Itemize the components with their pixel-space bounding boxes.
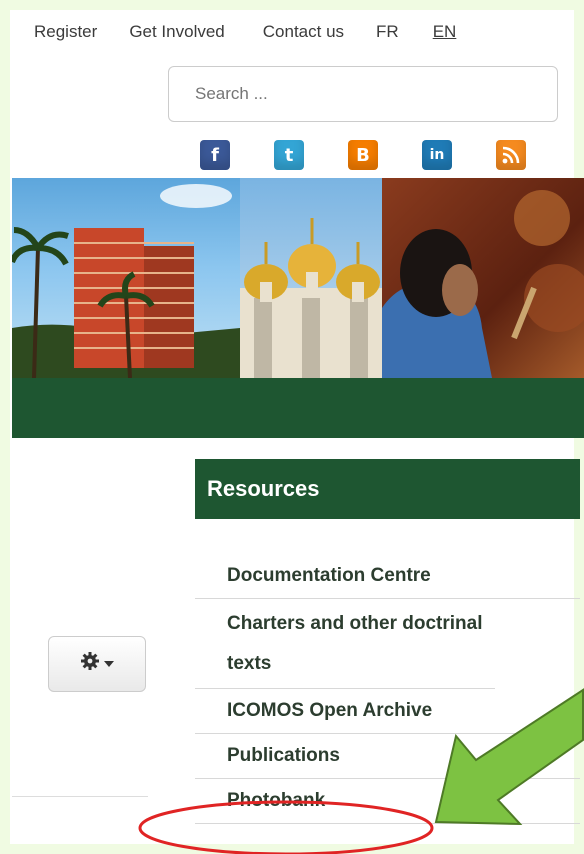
menu-item-publications[interactable]: Publications	[195, 734, 580, 779]
menu-item-open-archive[interactable]: ICOMOS Open Archive	[195, 689, 580, 734]
divider	[12, 796, 148, 797]
header-banner	[12, 178, 584, 378]
blogger-icon[interactable]: B	[348, 140, 378, 170]
get-involved-link[interactable]: Get Involved	[129, 22, 224, 42]
menu-item-photobank[interactable]: Photobank	[195, 779, 580, 824]
gear-icon	[80, 651, 100, 677]
banner-green-strip	[12, 378, 584, 438]
search-input[interactable]	[168, 66, 558, 122]
resources-heading: Resources	[195, 459, 580, 519]
cathedral-photo	[240, 178, 382, 378]
contact-us-link[interactable]: Contact us	[263, 22, 344, 42]
rss-icon[interactable]	[496, 140, 526, 170]
painting-restoration-photo	[382, 178, 584, 378]
building-photo	[12, 178, 240, 378]
language-fr-link[interactable]: FR	[376, 22, 399, 42]
register-link[interactable]: Register	[34, 22, 97, 42]
chevron-down-icon	[104, 661, 114, 667]
twitter-icon[interactable]: t	[274, 140, 304, 170]
settings-dropdown-button[interactable]	[48, 636, 146, 692]
menu-item-charters[interactable]: Charters and other doctrinal texts	[195, 599, 495, 689]
top-navigation: Register Get Involved Contact us FR EN	[34, 22, 554, 42]
linkedin-icon[interactable]: in	[422, 140, 452, 170]
menu-item-documentation-centre[interactable]: Documentation Centre	[195, 554, 580, 599]
language-en-link[interactable]: EN	[433, 22, 457, 42]
social-links: f t B in	[200, 140, 526, 170]
resources-menu: Documentation Centre Charters and other …	[195, 554, 580, 824]
facebook-icon[interactable]: f	[200, 140, 230, 170]
